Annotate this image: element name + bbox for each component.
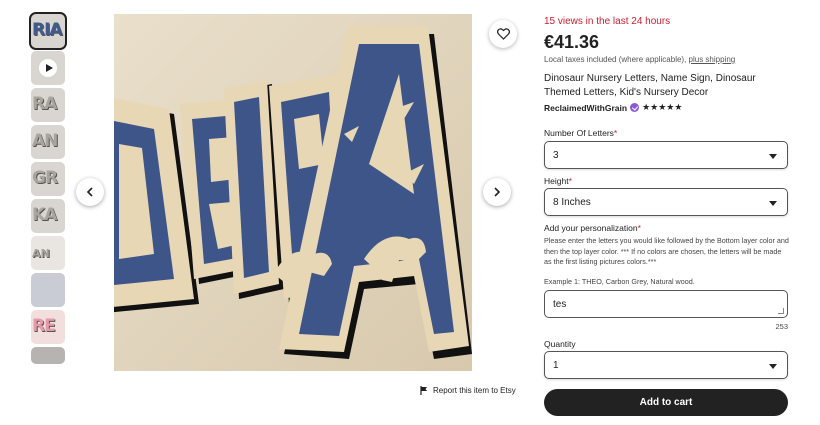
- personalization-label-text: Add your personalization: [544, 223, 638, 233]
- chevron-left-icon: [86, 187, 93, 197]
- personalization-value: tes: [553, 299, 567, 310]
- thumbnail-9[interactable]: RE: [31, 310, 65, 344]
- flag-icon: [420, 386, 427, 395]
- main-product-image[interactable]: [114, 14, 472, 371]
- resize-grip-icon[interactable]: [778, 308, 784, 314]
- shipping-link[interactable]: plus shipping: [689, 55, 736, 64]
- thumbnail-5[interactable]: GR: [31, 162, 65, 196]
- seller-name[interactable]: ReclaimedWithGrain: [544, 103, 627, 113]
- report-label: Report this item to Etsy: [433, 386, 516, 395]
- thumbnail-text: RIA: [32, 20, 63, 40]
- previous-image-button[interactable]: [76, 178, 104, 206]
- quantity-value: 1: [553, 360, 559, 371]
- personalization-instructions: Please enter the letters you would like …: [544, 236, 789, 266]
- required-mark: *: [637, 223, 641, 233]
- chevron-down-icon: [769, 201, 777, 206]
- thumbnail-text: KA: [32, 205, 57, 225]
- personalization-example: Example 1: THEO, Carbon Grey, Natural wo…: [544, 277, 695, 286]
- tax-text: Local taxes included (where applicable),: [544, 55, 689, 64]
- height-label-text: Height: [544, 176, 569, 186]
- letters-label-text: Number Of Letters: [544, 128, 614, 138]
- rating-stars[interactable]: ★★★★★: [642, 102, 682, 113]
- play-icon: [39, 59, 57, 77]
- required-mark: *: [568, 176, 572, 186]
- thumbnail-4[interactable]: AN: [31, 125, 65, 159]
- character-counter: 253: [775, 322, 788, 331]
- heart-icon: [496, 28, 510, 40]
- height-label: Height*: [544, 176, 572, 186]
- letters-value: 3: [553, 150, 559, 161]
- price: €41.36: [544, 32, 600, 52]
- required-mark: *: [613, 128, 618, 138]
- add-to-cart-button[interactable]: Add to cart: [544, 389, 788, 416]
- chevron-down-icon: [769, 364, 777, 369]
- views-count: 15 views in the last 24 hours: [544, 16, 671, 27]
- letters-label: Number Of Letters*: [544, 128, 617, 138]
- listing-title: Dinosaur Nursery Letters, Name Sign, Din…: [544, 73, 756, 98]
- height-value: 8 Inches: [553, 197, 591, 208]
- personalization-input[interactable]: tes: [544, 290, 788, 318]
- report-item-link[interactable]: Report this item to Etsy: [420, 386, 516, 395]
- thumbnail-text: AN: [32, 247, 50, 260]
- seller-info: ReclaimedWithGrain ★★★★★: [544, 102, 682, 113]
- thumbnail-video[interactable]: [31, 51, 65, 85]
- height-select[interactable]: 8 Inches: [544, 188, 788, 216]
- letters-select[interactable]: 3: [544, 141, 788, 169]
- thumbnail-text: AN: [32, 131, 58, 151]
- thumbnail-text: RA: [32, 94, 57, 114]
- thumbnail-text: RE: [32, 316, 56, 336]
- star-seller-badge-icon: [630, 103, 640, 112]
- chevron-right-icon: [494, 187, 501, 197]
- thumbnail-text: GR: [32, 168, 58, 188]
- thumbnail-3[interactable]: RA: [31, 88, 65, 122]
- chevron-down-icon: [769, 154, 777, 159]
- product-photo: [114, 14, 472, 371]
- thumbnail-1[interactable]: RIA: [29, 12, 67, 50]
- thumbnail-7[interactable]: AN: [31, 236, 65, 270]
- thumbnail-strip: RIA RA AN GR KA AN RE: [29, 12, 67, 367]
- personalization-label: Add your personalization*: [544, 223, 641, 233]
- thumbnail-6[interactable]: KA: [31, 199, 65, 233]
- quantity-select[interactable]: 1: [544, 351, 788, 379]
- thumbnail-10[interactable]: [31, 347, 65, 364]
- next-image-button[interactable]: [483, 178, 511, 206]
- thumbnail-8[interactable]: [31, 273, 65, 307]
- favorite-button[interactable]: [489, 20, 517, 48]
- quantity-label: Quantity: [544, 339, 576, 349]
- tax-note: Local taxes included (where applicable),…: [544, 55, 735, 64]
